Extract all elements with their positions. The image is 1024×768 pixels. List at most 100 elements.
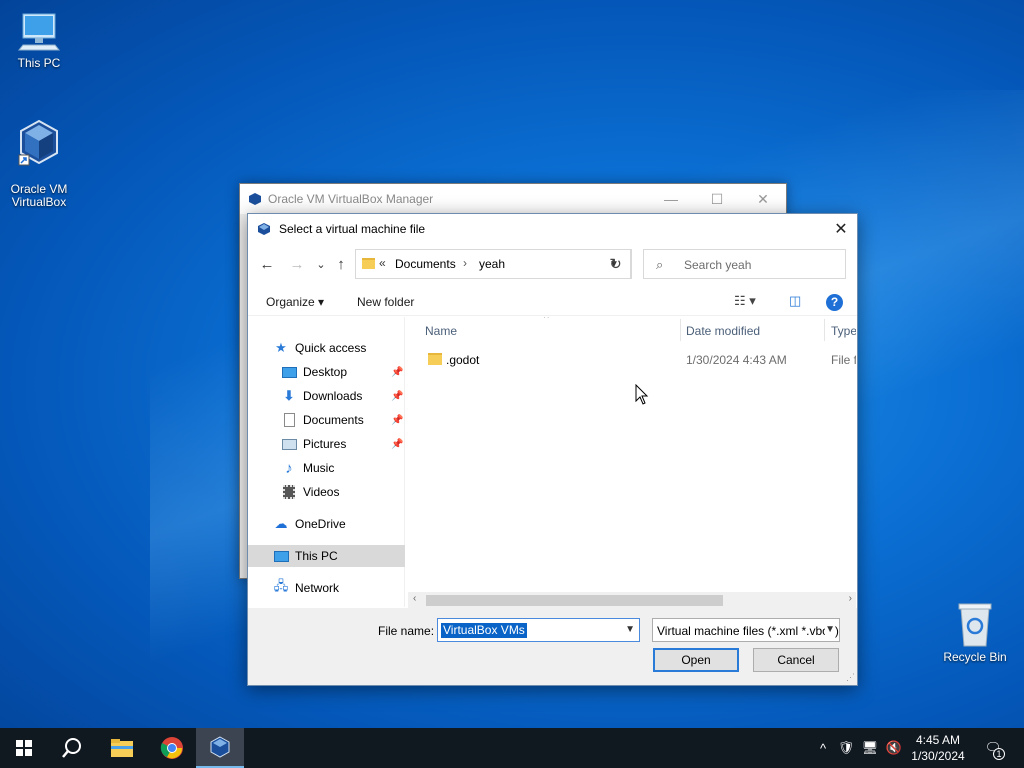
search-box[interactable]: ⌕ Search yeah <box>643 249 846 279</box>
nav-this-pc[interactable]: This PC <box>248 545 405 567</box>
clock-date: 1/30/2024 <box>911 749 965 763</box>
chevron-down-icon[interactable]: ▼ <box>625 624 635 635</box>
pin-icon: 📌 <box>391 367 404 378</box>
document-icon <box>280 412 298 428</box>
maximize-button[interactable]: ☐ <box>694 184 740 214</box>
nav-videos[interactable]: Videos <box>280 481 339 503</box>
address-overflow[interactable]: « <box>379 256 386 270</box>
nav-label: Pictures <box>303 437 347 451</box>
scrollbar-thumb[interactable] <box>426 595 723 606</box>
column-divider[interactable] <box>824 319 825 341</box>
organize-button[interactable]: Organize ▾ <box>266 295 324 309</box>
nav-desktop[interactable]: Desktop <box>280 361 347 383</box>
recent-locations-button[interactable]: ⌄ <box>310 252 332 276</box>
videos-icon <box>280 484 298 500</box>
virtualbox-icon <box>258 223 270 235</box>
windows-logo-icon <box>16 740 32 756</box>
file-name-combobox[interactable]: VirtualBox VMs ▼ <box>437 618 640 642</box>
desktop-icon-virtualbox[interactable]: Oracle VM VirtualBox <box>1 106 77 209</box>
download-icon: ⬇ <box>283 388 295 403</box>
nav-network[interactable]: 🖧 Network <box>272 577 339 599</box>
column-header-date-modified[interactable]: Date modified <box>686 317 760 343</box>
file-name-label: File name: <box>378 624 435 638</box>
nav-quick-access[interactable]: ★ Quick access <box>272 337 366 359</box>
this-pc-icon <box>17 13 61 51</box>
file-type: File folder <box>831 353 856 367</box>
minimize-button[interactable]: — <box>648 184 694 214</box>
chrome-taskbar-button[interactable] <box>148 728 196 768</box>
horizontal-scrollbar[interactable]: ‹ › <box>408 592 856 608</box>
breadcrumb-documents[interactable]: Documents <box>395 257 456 271</box>
network-tray-icon[interactable]: 🖥 <box>860 728 880 768</box>
desktop-icon-label: Oracle VM VirtualBox <box>10 182 68 209</box>
network-icon: 🖧 <box>273 578 289 593</box>
close-button[interactable]: ✕ <box>740 184 786 214</box>
resize-grip-icon[interactable]: ⋰ <box>846 672 855 683</box>
file-name: .godot <box>446 353 480 367</box>
dialog-titlebar[interactable]: Select a virtual machine file <box>248 214 857 244</box>
security-tray-icon[interactable]: 🛡 <box>836 728 856 768</box>
refresh-button[interactable]: ↻ <box>600 249 632 279</box>
preview-pane-icon[interactable]: ◫ <box>789 293 801 309</box>
desktop-icon-recycle-bin[interactable]: Recycle Bin <box>937 600 1013 664</box>
manager-title: Oracle VM VirtualBox Manager <box>268 192 434 206</box>
select-file-dialog[interactable]: Select a virtual machine file ✕ ← → ⌄ ↑ … <box>247 213 858 686</box>
taskbar-clock[interactable]: 4:45 AM 1/30/2024 <box>905 732 971 764</box>
nav-music[interactable]: ♪ Music <box>280 457 334 479</box>
star-icon: ★ <box>275 340 287 355</box>
nav-label: Videos <box>303 485 340 499</box>
nav-label: This PC <box>295 549 338 563</box>
column-header-type[interactable]: Type <box>831 317 856 343</box>
scroll-right-arrow[interactable]: › <box>849 593 852 604</box>
nav-label: OneDrive <box>295 517 346 531</box>
column-divider[interactable] <box>680 319 681 341</box>
nav-label: Quick access <box>295 341 367 355</box>
start-button[interactable] <box>0 728 48 768</box>
file-type-select[interactable]: Virtual machine files (*.xml *.vbox) ▼ <box>652 618 840 642</box>
nav-label: Downloads <box>303 389 363 403</box>
view-options-icon[interactable]: ☷ ▾ <box>734 293 756 309</box>
search-taskbar-button[interactable] <box>48 728 96 768</box>
file-list[interactable]: ^ Name Date modified Type .godot 1/30/20… <box>406 317 856 607</box>
address-bar[interactable]: « Documents › yeah ▼ <box>355 249 631 279</box>
notifications-button[interactable]: 🗨 1 <box>978 728 1008 768</box>
mouse-cursor-icon <box>635 384 649 405</box>
dialog-title: Select a virtual machine file <box>279 222 426 236</box>
dialog-footer: File name: VirtualBox VMs ▼ Virtual mach… <box>248 608 857 685</box>
nav-onedrive[interactable]: ☁ OneDrive <box>272 513 346 535</box>
file-explorer-taskbar-button[interactable] <box>98 728 146 768</box>
breadcrumb-yeah[interactable]: yeah <box>479 257 505 271</box>
column-header-name[interactable]: Name <box>425 317 457 343</box>
back-button[interactable]: ← <box>256 252 278 276</box>
file-row[interactable]: .godot 1/30/2024 4:43 AM File folder <box>406 349 856 371</box>
computer-icon <box>272 548 290 564</box>
nav-documents[interactable]: Documents <box>280 409 364 431</box>
desktop-icon-label: Recycle Bin <box>943 650 1007 664</box>
recycle-bin-icon <box>958 603 992 647</box>
tray-overflow-chevron[interactable]: ^ <box>814 728 832 768</box>
search-placeholder: Search yeah <box>684 258 752 272</box>
nav-label: Music <box>303 461 335 475</box>
help-button[interactable]: ? <box>826 294 843 311</box>
cancel-button[interactable]: Cancel <box>753 648 839 672</box>
taskbar: ^ 🛡 🖥 🔇 4:45 AM 1/30/2024 🗨 1 <box>0 728 1024 768</box>
open-button[interactable]: Open <box>653 648 739 672</box>
folder-icon <box>362 258 375 269</box>
new-folder-button[interactable]: New folder <box>357 295 414 309</box>
up-button[interactable]: ↑ <box>330 252 352 276</box>
music-icon: ♪ <box>285 459 293 477</box>
forward-button[interactable]: → <box>286 252 308 276</box>
volume-muted-tray-icon[interactable]: 🔇 <box>884 728 904 768</box>
desktop-icon-this-pc[interactable]: This PC <box>1 12 77 70</box>
nav-pictures[interactable]: Pictures <box>280 433 346 455</box>
virtualbox-icon <box>249 193 261 205</box>
sort-ascending-icon: ^ <box>544 317 549 324</box>
virtualbox-taskbar-button[interactable] <box>196 728 244 768</box>
chevron-down-icon[interactable]: ▼ <box>825 624 835 635</box>
file-date-modified: 1/30/2024 4:43 AM <box>686 353 787 367</box>
dialog-close-button[interactable]: ✕ <box>825 214 857 244</box>
file-name-value[interactable]: VirtualBox VMs <box>441 623 527 638</box>
notification-count-badge: 1 <box>993 748 1005 760</box>
nav-downloads[interactable]: ⬇ Downloads <box>280 385 363 407</box>
scroll-left-arrow[interactable]: ‹ <box>413 593 416 604</box>
